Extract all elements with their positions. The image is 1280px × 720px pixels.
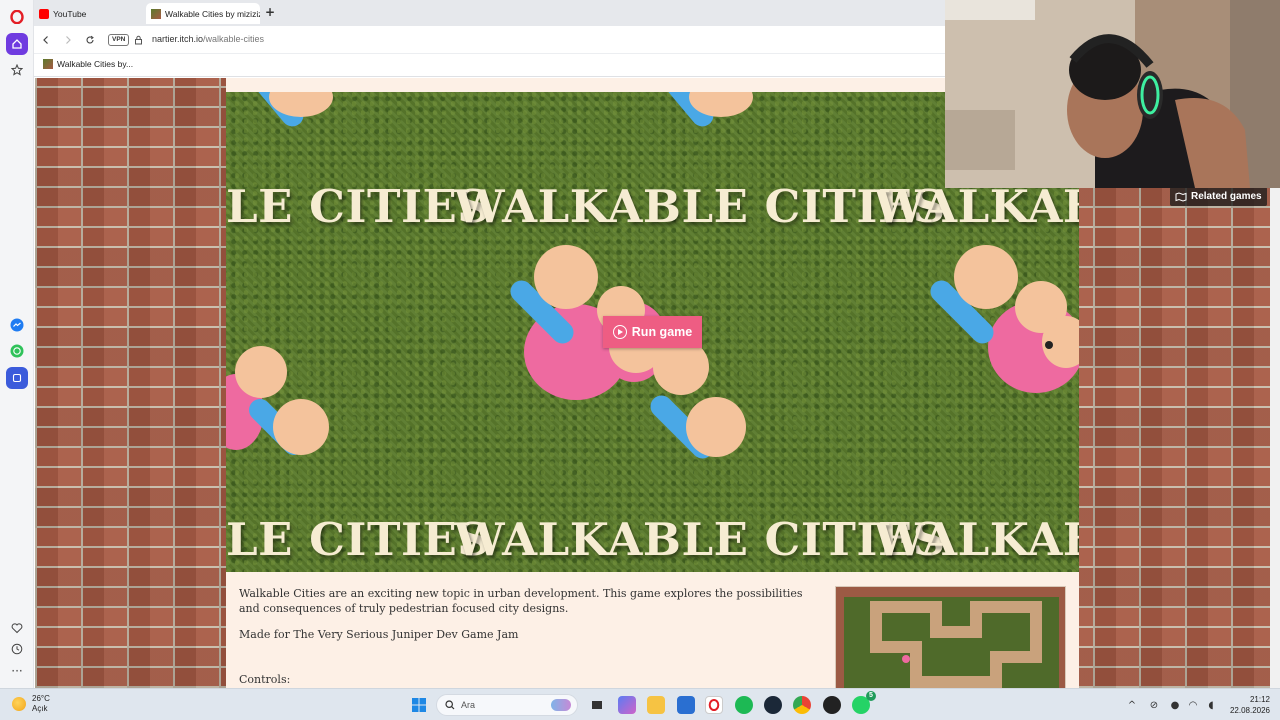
itch-favicon-icon (151, 8, 161, 19)
tab-walkable-cities[interactable]: Walkable Cities by miziziz (146, 3, 260, 24)
lock-icon[interactable] (130, 32, 146, 48)
wifi-icon[interactable]: ◠ (1187, 699, 1199, 711)
screenshot-map (844, 597, 1059, 688)
opera-logo-icon[interactable] (6, 6, 28, 28)
store-icon[interactable] (677, 696, 695, 714)
webcam-overlay (945, 0, 1280, 188)
spotify-icon[interactable] (735, 696, 753, 714)
weather-text: Açık (32, 704, 48, 713)
tab-youtube[interactable]: YouTube (34, 3, 142, 24)
widgets-app-icon[interactable] (618, 696, 636, 714)
made-for-text: Made for The Very Serious Juniper Dev Ga… (239, 628, 519, 641)
history-icon[interactable] (6, 638, 28, 660)
tray-chevron-icon[interactable]: ^ (1126, 699, 1138, 711)
webcam-feed (945, 0, 1280, 188)
volume-icon[interactable]: ◖ (1205, 699, 1217, 711)
controls-heading: Controls: (239, 673, 291, 686)
chrome-icon[interactable] (793, 696, 811, 714)
heart-icon[interactable] (6, 617, 28, 639)
file-explorer-icon[interactable] (647, 696, 665, 714)
vpn-badge[interactable]: VPN (108, 34, 130, 46)
tab-label: Walkable Cities by miziziz (165, 8, 260, 19)
url-field[interactable]: nartier.itch.io/walkable-cities (152, 34, 264, 44)
youtube-favicon-icon (39, 8, 49, 19)
back-icon[interactable] (38, 32, 54, 48)
url-path: /walkable-cities (203, 34, 265, 44)
reload-icon[interactable] (82, 32, 98, 48)
run-game-button[interactable]: Run game (603, 316, 702, 348)
windows-start-icon[interactable] (410, 696, 428, 714)
app-dark-icon[interactable] (823, 696, 841, 714)
network-off-icon[interactable]: ⊘ (1148, 699, 1160, 711)
player-icon[interactable] (6, 367, 28, 389)
banner-fragment-top-left: LE CITIES (226, 180, 491, 233)
taskbar-search[interactable]: Ara (436, 694, 578, 716)
microphone-icon[interactable]: ● (1169, 699, 1181, 711)
screen: ··· YouTube Walkable Cities by miziziz +… (0, 0, 1280, 720)
related-games-label: Related games (1191, 191, 1262, 202)
banner-title-bottom: WALKABLE CITIES (454, 513, 946, 566)
taskbar: 26°C Açık Ara 5 ^ ⊘ ● ◠ ◖ 21:12 22.08.20… (0, 688, 1280, 720)
clock-date: 22.08.2026 (1229, 706, 1270, 715)
temperature: 26°C (32, 694, 50, 703)
whatsapp-icon[interactable] (6, 340, 28, 362)
itch-favicon-icon (43, 59, 53, 69)
messenger-icon[interactable] (6, 314, 28, 336)
whatsapp-taskbar-icon[interactable]: 5 (852, 691, 876, 714)
home-icon[interactable] (6, 33, 28, 55)
whatsapp-badge: 5 (866, 691, 876, 701)
forward-icon[interactable] (60, 32, 76, 48)
opera-sidebar: ··· (0, 0, 34, 688)
clock-time: 21:12 (1249, 695, 1270, 704)
character-left (226, 346, 329, 455)
more-icon[interactable]: ··· (6, 660, 28, 682)
star-icon[interactable] (6, 59, 28, 81)
bookmark-label: Walkable Cities by... (57, 59, 134, 69)
play-icon (612, 325, 627, 339)
new-tab-button[interactable]: + (265, 5, 275, 19)
clock[interactable]: 21:12 22.08.2026 (1226, 694, 1270, 716)
banner-fragment-bottom-left: LE CITIES (226, 513, 491, 566)
game-description: Walkable Cities are an exciting new topi… (239, 586, 809, 688)
character-center (510, 245, 746, 459)
task-view-icon[interactable] (588, 696, 606, 714)
steam-icon[interactable] (764, 696, 782, 714)
url-domain: nartier.itch.io (152, 34, 204, 44)
top-arm-right (660, 92, 753, 127)
top-arm-left (250, 92, 333, 127)
bookmark-walkable-cities[interactable]: Walkable Cities by... (43, 59, 133, 69)
banner-title-top: WALKABLE CITIES (454, 180, 946, 233)
map-icon (1175, 191, 1187, 202)
search-icon (445, 700, 455, 710)
description-text: Walkable Cities are an exciting new topi… (239, 587, 803, 615)
tab-label: YouTube (53, 8, 87, 19)
game-screenshot[interactable] (835, 586, 1066, 688)
character-right (930, 245, 1079, 393)
search-placeholder: Ara (461, 700, 476, 710)
weather-widget[interactable]: 26°C Açık (12, 694, 50, 714)
banner-fragment-bottom-right: WALKABI (874, 513, 1079, 566)
search-highlight-icon (551, 699, 571, 711)
weather-sun-icon (12, 697, 26, 711)
run-game-label: Run game (631, 325, 693, 339)
opera-taskbar-icon[interactable] (705, 696, 723, 714)
related-games-button[interactable]: Related games (1170, 187, 1267, 206)
